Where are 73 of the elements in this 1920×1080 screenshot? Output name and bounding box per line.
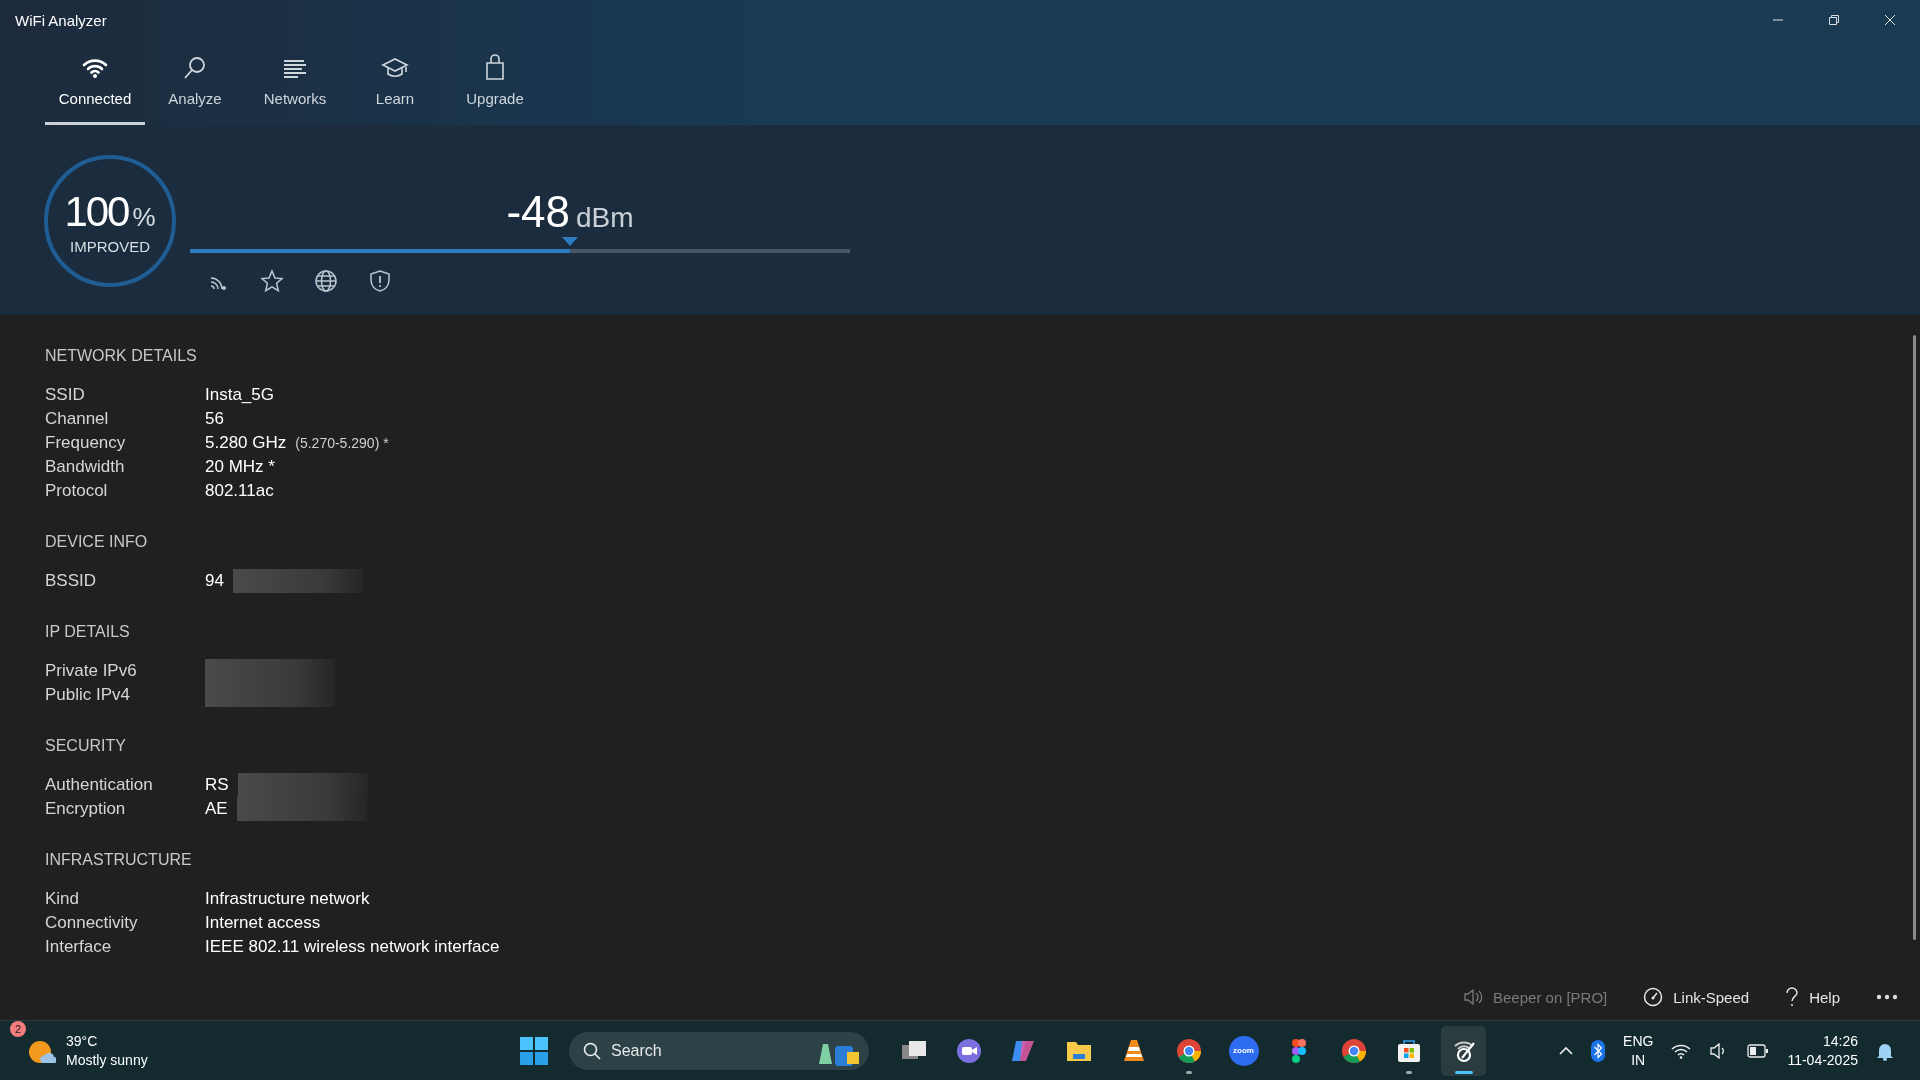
detail-label: Public IPv4	[45, 685, 132, 705]
more-icon[interactable]	[1876, 994, 1898, 1000]
detail-value: 20 MHz *	[205, 457, 275, 477]
detail-label: BSSID	[45, 571, 98, 591]
detail-label: Channel	[45, 409, 110, 429]
command-button[interactable]: Help	[1785, 987, 1840, 1007]
restore-icon[interactable]	[1828, 14, 1840, 26]
shield-icon[interactable]	[368, 269, 392, 293]
globe-icon[interactable]	[314, 269, 338, 293]
clock-date[interactable]: 11-04-2025	[1787, 1050, 1858, 1070]
video-camera-icon	[954, 1036, 983, 1065]
detail-value: 94	[205, 571, 224, 591]
battery-icon[interactable]	[1747, 1043, 1770, 1058]
detail-value: 56	[205, 409, 224, 429]
chevron-up-icon[interactable]	[1559, 1045, 1574, 1056]
taskbar-app[interactable]	[1441, 1025, 1487, 1076]
nav-tab[interactable]: Networks	[245, 40, 345, 125]
detail-label: SSID	[45, 385, 86, 405]
detail-label: Protocol	[45, 481, 109, 501]
section-heading: SECURITY	[45, 737, 127, 755]
detail-label: Encryption	[45, 799, 127, 819]
scrollbar[interactable]	[1913, 335, 1916, 940]
detail-label: Connectivity	[45, 913, 139, 933]
signal-reading: -48	[506, 187, 570, 237]
app-logo-text: zoom	[1228, 1035, 1259, 1066]
browser-icon	[1174, 1036, 1203, 1065]
clock-time[interactable]: 14:26	[1822, 1031, 1858, 1051]
section-heading: DEVICE INFO	[45, 533, 149, 551]
nav-tab[interactable]: Upgrade	[445, 40, 545, 125]
detail-value: Infrastructure network	[205, 889, 370, 909]
search-field[interactable]: Search	[569, 1031, 870, 1070]
detail-value: Insta_5G	[205, 385, 274, 405]
section-heading: INFRASTRUCTURE	[45, 851, 193, 869]
detail-label: Kind	[45, 889, 81, 909]
pointer-icon	[561, 237, 578, 246]
weather-condition: Mostly sunny	[66, 1050, 148, 1070]
window-title: WiFi Analyzer	[15, 11, 107, 29]
star-icon[interactable]	[260, 269, 284, 293]
taskbar-app[interactable]: zoom	[1221, 1025, 1267, 1076]
help-icon	[1785, 987, 1800, 1007]
detail-label: Bandwidth	[45, 457, 126, 477]
bluetooth-icon[interactable]	[1591, 1039, 1606, 1062]
language-indicator[interactable]: ENG	[1623, 1031, 1654, 1051]
section-heading: IP DETAILS	[45, 623, 131, 641]
detail-label: Frequency	[45, 433, 127, 453]
close-icon[interactable]	[1884, 14, 1896, 26]
signal-status: IMPROVED	[70, 237, 150, 255]
search-icon	[583, 1041, 602, 1060]
notification-badge: 2	[10, 1020, 26, 1037]
signal-unit: dBm	[576, 202, 634, 234]
command-button[interactable]: Link-Speed	[1643, 987, 1750, 1007]
percent-unit: %	[132, 201, 156, 233]
nav-tab[interactable]: Learn	[345, 40, 445, 125]
detail-value: 5.280 GHz	[205, 433, 287, 453]
start-icon[interactable]	[519, 1035, 550, 1066]
speaker-icon	[1463, 988, 1483, 1006]
detail-label: Authentication	[45, 775, 154, 795]
detail-label: Interface	[45, 937, 113, 957]
region-indicator[interactable]: IN	[1631, 1050, 1646, 1070]
wifi-icon[interactable]	[1671, 1042, 1692, 1059]
browser-icon	[1339, 1036, 1368, 1065]
section-heading: NETWORK DETAILS	[45, 347, 198, 365]
signal-percent: 100	[64, 187, 129, 236]
detail-label: Private IPv6	[45, 661, 138, 681]
weather-temperature: 39°C	[66, 1031, 99, 1051]
detail-note: (5.270-5.290) *	[295, 435, 389, 451]
detail-value: IEEE 802.11 wireless network interface	[205, 937, 500, 957]
detail-value: 802.11ac	[205, 481, 274, 501]
detail-value: RS	[205, 775, 229, 795]
detail-value: AE	[205, 799, 228, 819]
nav-tab[interactable]: Analyze	[145, 40, 245, 125]
gauge-icon	[1643, 987, 1664, 1007]
detail-value: Internet access	[205, 913, 321, 933]
